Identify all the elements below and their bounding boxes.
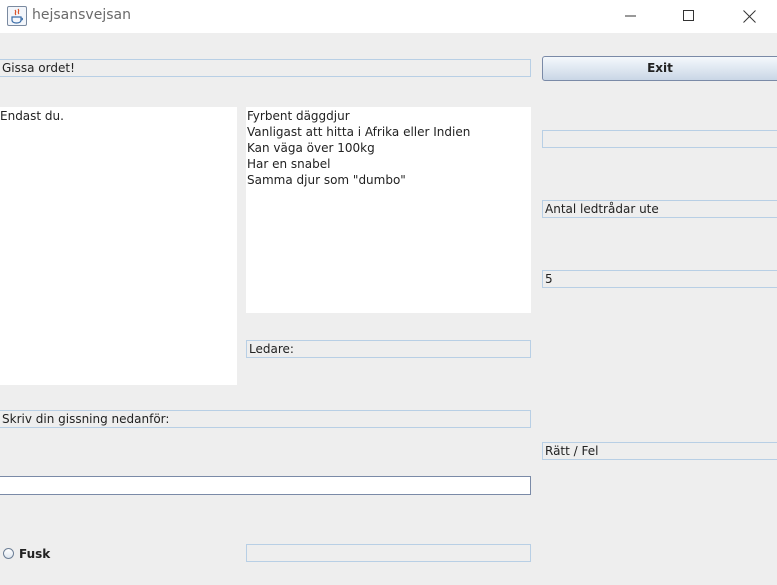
minimize-button[interactable] xyxy=(608,0,654,32)
window-title: hejsansvejsan xyxy=(32,7,131,23)
clues-out-count: 5 xyxy=(542,270,777,288)
player-textarea[interactable]: Endast du. xyxy=(0,107,237,385)
minimize-icon xyxy=(625,15,636,17)
guess-prompt-label: Skriv din gissning nedanför: xyxy=(0,410,531,428)
clues-textarea[interactable]: Fyrbent däggdjur Vanligast att hitta i A… xyxy=(246,107,531,313)
close-icon xyxy=(742,9,756,23)
close-button[interactable] xyxy=(726,0,772,32)
java-app-icon xyxy=(7,6,27,26)
header-label: Gissa ordet! xyxy=(0,59,531,77)
status-field xyxy=(542,130,777,148)
guess-input[interactable] xyxy=(0,476,531,495)
clues-out-label: Antal ledtrådar ute xyxy=(542,200,777,218)
cheat-field xyxy=(246,544,531,562)
cheat-radio-button[interactable] xyxy=(3,548,14,559)
exit-button[interactable]: Exit xyxy=(542,56,777,81)
maximize-icon xyxy=(683,10,694,21)
cheat-label[interactable]: Fusk xyxy=(19,547,50,561)
maximize-button[interactable] xyxy=(666,0,712,32)
leader-label: Ledare: xyxy=(246,340,531,358)
title-bar: hejsansvejsan xyxy=(0,0,777,33)
result-label: Rätt / Fel xyxy=(542,442,777,460)
